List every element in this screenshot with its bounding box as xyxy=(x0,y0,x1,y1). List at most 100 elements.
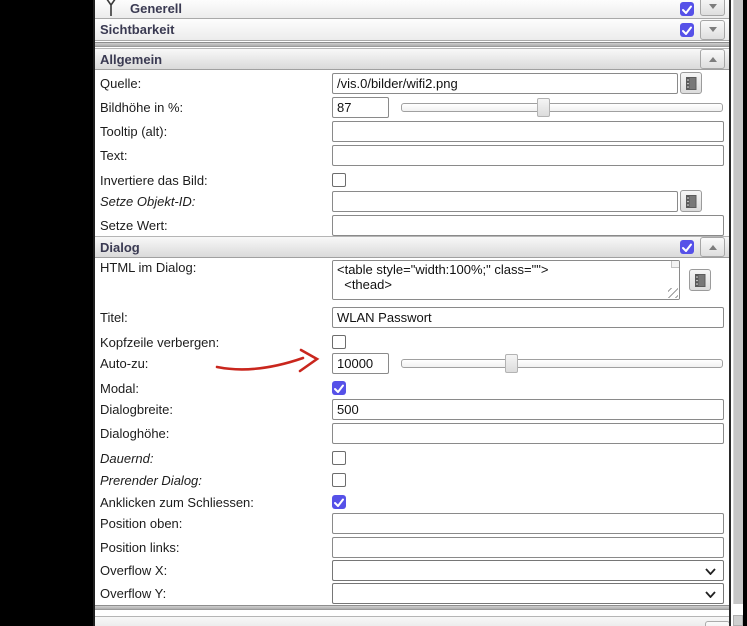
field-label: Setze Wert: xyxy=(100,218,332,233)
triangle-up-icon xyxy=(708,56,718,63)
field-label: Kopfzeile verbergen: xyxy=(100,335,332,350)
widget-attributes-panel-screenshot: Generell Sichtbarkeit Allgemein Quelle: Bil… xyxy=(0,0,747,626)
field-row-auto-zu: Auto-zu: xyxy=(95,352,729,374)
field-label: Position links: xyxy=(100,540,332,555)
field-label: Bildhöhe in %: xyxy=(100,100,332,115)
field-row-titel: Titel: xyxy=(95,306,729,328)
field-row-setze-objekt-id: Setze Objekt-ID: xyxy=(95,190,729,212)
field-label: Auto-zu: xyxy=(100,356,332,371)
field-label: Titel: xyxy=(100,310,332,325)
dialoghöhe-input[interactable] xyxy=(332,423,724,444)
field-label: Quelle: xyxy=(100,76,332,91)
slider-handle[interactable] xyxy=(505,354,518,373)
field-label: Tooltip (alt): xyxy=(100,124,332,139)
field-label: Overflow X: xyxy=(100,563,332,578)
setze-objekt-id-input[interactable] xyxy=(332,191,678,212)
accordion-header-sichtbarkeit[interactable]: Sichtbarkeit xyxy=(95,19,729,41)
section-rows: Quelle: Bildhöhe in %: Tooltip (alt): Text:… xyxy=(95,72,729,236)
auto-zu-slider[interactable] xyxy=(401,359,723,368)
section-title: Allgemein xyxy=(100,52,162,67)
section-divider xyxy=(95,605,729,610)
notebook-icon xyxy=(684,195,698,208)
overflow-y-select[interactable] xyxy=(332,583,724,604)
field-row-invertiere-das-bild: Invertiere das Bild: xyxy=(95,172,729,188)
accordion-header-label: Sichtbarkeit xyxy=(100,22,174,37)
position-links-input[interactable] xyxy=(332,537,724,558)
quelle-input[interactable] xyxy=(332,73,678,94)
object-picker-button[interactable] xyxy=(689,269,711,291)
collapse-button[interactable] xyxy=(700,49,725,69)
header-enabled-checkbox[interactable] xyxy=(680,23,694,37)
field-row-kopfzeile-verbergen: Kopfzeile verbergen: xyxy=(95,334,729,350)
object-picker-button[interactable] xyxy=(680,190,702,212)
resize-grip-icon[interactable] xyxy=(668,288,678,298)
field-row-modal: Modal: xyxy=(95,380,729,396)
field-label: Text: xyxy=(100,148,332,163)
check-icon xyxy=(333,383,345,395)
setze-wert-input[interactable] xyxy=(332,215,724,236)
filter-icon xyxy=(102,0,120,16)
invertiere-das-bild-checkbox[interactable] xyxy=(332,173,346,187)
prerender-dialog-checkbox[interactable] xyxy=(332,473,346,487)
bildhöhe-in-input[interactable] xyxy=(332,97,389,118)
field-row-prerender-dialog: Prerender Dialog: xyxy=(95,472,729,488)
field-row-position-oben: Position oben: xyxy=(95,512,729,534)
section-rows: HTML im Dialog:<table style="width:100%;… xyxy=(95,260,729,604)
slider-handle[interactable] xyxy=(537,98,550,117)
bildhöhe-in-slider[interactable] xyxy=(401,103,723,112)
field-label: Overflow Y: xyxy=(100,586,332,601)
check-icon xyxy=(681,25,693,37)
collapse-button[interactable] xyxy=(700,237,725,257)
field-label: Anklicken zum Schliessen: xyxy=(100,495,332,510)
object-picker-button[interactable] xyxy=(680,72,702,94)
field-row-anklicken-zum-schliessen: Anklicken zum Schliessen: xyxy=(95,494,729,510)
position-oben-input[interactable] xyxy=(332,513,724,534)
triangle-down-icon xyxy=(708,3,718,10)
section-enabled-checkbox[interactable] xyxy=(680,240,694,254)
kopfzeile-verbergen-checkbox[interactable] xyxy=(332,335,346,349)
section-dialog: DialogHTML im Dialog:<table style="width… xyxy=(95,236,729,604)
tooltip-alt-input[interactable] xyxy=(332,121,724,142)
field-label: Dialogbreite: xyxy=(100,402,332,417)
html-im-dialog-textarea[interactable]: <table style="width:100%;" class=""> <th… xyxy=(333,261,679,299)
next-section-header-partial[interactable] xyxy=(95,616,729,626)
field-row-tooltip-alt: Tooltip (alt): xyxy=(95,120,729,142)
anklicken-zum-schliessen-checkbox[interactable] xyxy=(332,495,346,509)
field-row-html-im-dialog: HTML im Dialog:<table style="width:100%;… xyxy=(95,260,729,304)
field-label: Position oben: xyxy=(100,516,332,531)
textarea-scrollbar[interactable] xyxy=(671,261,679,268)
attributes-panel: Generell Sichtbarkeit Allgemein Quelle: Bil… xyxy=(93,0,731,626)
accordion-header-generell[interactable]: Generell xyxy=(95,0,729,19)
notebook-icon xyxy=(693,274,707,287)
accordion-top-rows: Generell Sichtbarkeit xyxy=(95,0,729,41)
dauernd-checkbox[interactable] xyxy=(332,451,346,465)
section-allgemein: Allgemein Quelle: Bildhöhe in %: Tooltip (a… xyxy=(95,48,729,236)
expand-button[interactable] xyxy=(700,0,725,16)
modal-checkbox[interactable] xyxy=(332,381,346,395)
section-header-allgemein[interactable]: Allgemein xyxy=(95,48,729,70)
field-label: HTML im Dialog: xyxy=(100,260,332,275)
filter-icon xyxy=(102,0,120,16)
overflow-x-select[interactable] xyxy=(332,560,724,581)
field-row-text: Text: xyxy=(95,144,729,166)
dialogbreite-input[interactable] xyxy=(332,399,724,420)
vertical-scrollbar[interactable] xyxy=(733,0,743,604)
header-enabled-checkbox[interactable] xyxy=(680,2,694,16)
auto-zu-input[interactable] xyxy=(332,353,389,374)
expand-button[interactable] xyxy=(700,20,725,40)
field-label: Invertiere das Bild: xyxy=(100,173,332,188)
scrollbar-end-cap[interactable] xyxy=(733,615,743,626)
collapse-button-partial[interactable] xyxy=(705,621,730,626)
field-row-dauernd: Dauernd: xyxy=(95,450,729,466)
section-header-dialog[interactable]: Dialog xyxy=(95,236,729,258)
field-row-overflow-y: Overflow Y: xyxy=(95,583,729,604)
titel-input[interactable] xyxy=(332,307,724,328)
notebook-icon xyxy=(684,77,698,90)
chevron-down-icon xyxy=(705,568,716,575)
triangle-up-icon xyxy=(708,244,718,251)
field-row-setze-wert: Setze Wert: xyxy=(95,214,729,236)
field-label: Prerender Dialog: xyxy=(100,473,332,488)
text-input[interactable] xyxy=(332,145,724,166)
field-row-position-links: Position links: xyxy=(95,536,729,558)
field-label: Dauernd: xyxy=(100,451,332,466)
